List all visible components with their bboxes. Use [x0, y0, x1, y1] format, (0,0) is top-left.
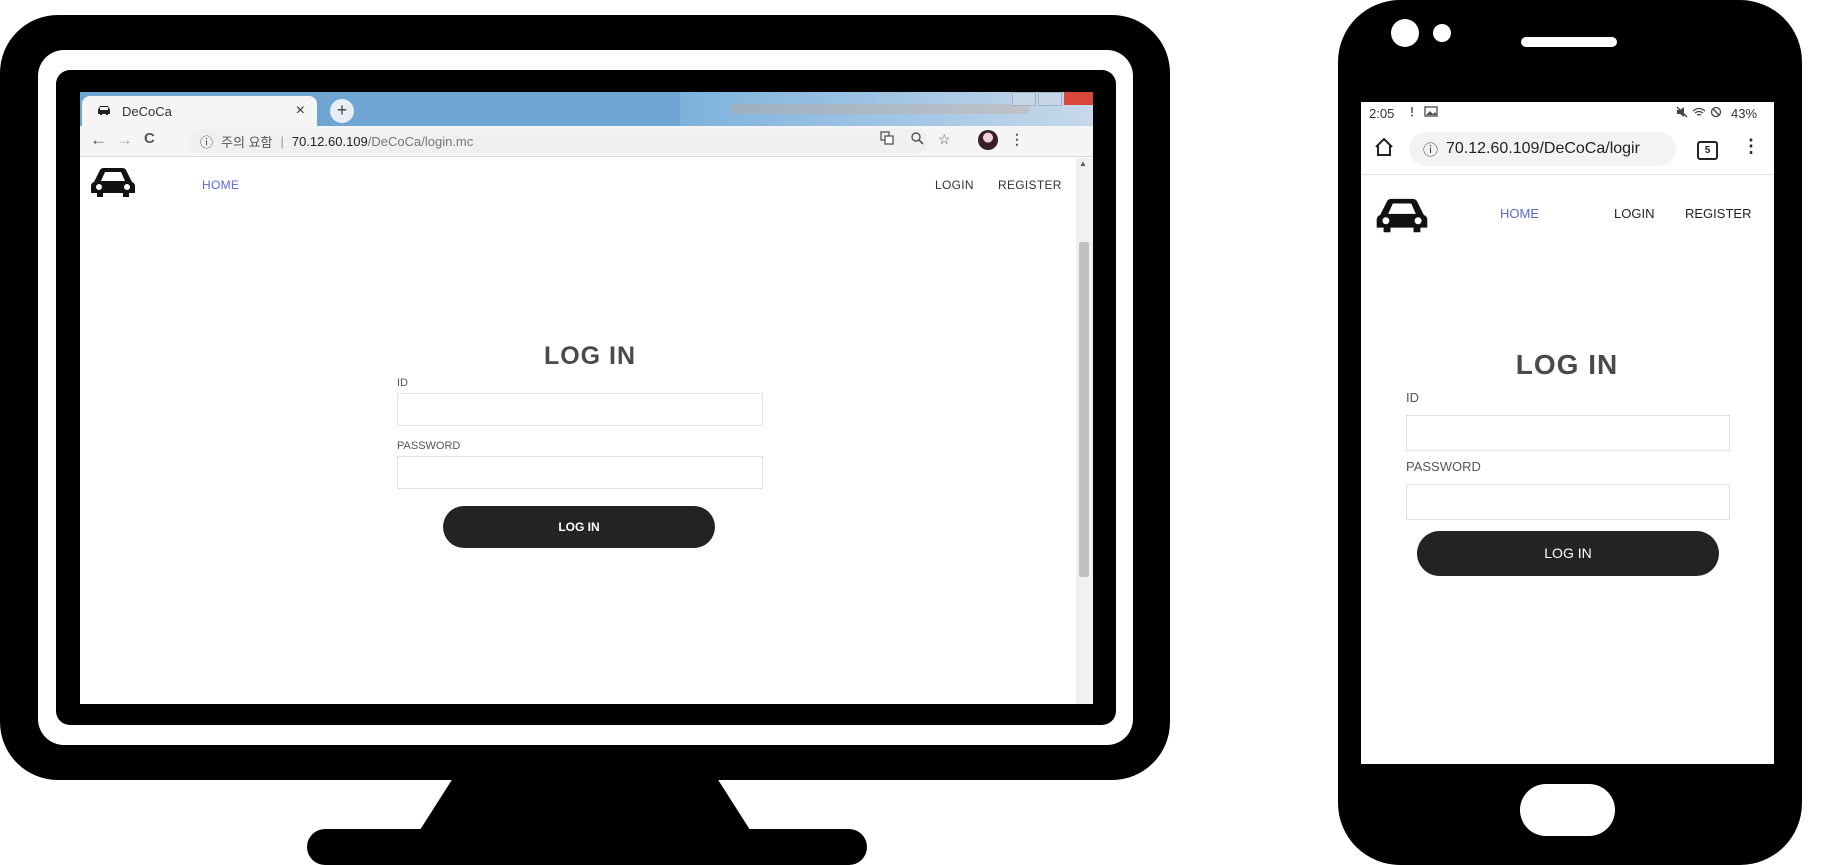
front-camera: [1391, 19, 1419, 47]
password-input[interactable]: [1406, 484, 1730, 520]
login-submit-button[interactable]: LOG IN: [1417, 531, 1719, 576]
url-path: /DeCoCa/login.mc: [367, 133, 474, 149]
desktop-browser-window: DeCoCa × + ← → C ⓘ 주의 요함 | 70.12.60.109 …: [80, 92, 1093, 704]
notification-icons: [1409, 105, 1443, 120]
proximity-sensor: [1433, 24, 1451, 42]
url-host: 70.12.60.109: [291, 133, 368, 149]
info-icon[interactable]: ⓘ: [200, 132, 213, 151]
security-warning: 주의 요함: [221, 134, 273, 150]
password-label: PASSWORD: [1406, 459, 1481, 474]
status-time: 2:05: [1369, 106, 1395, 121]
mobile-url: 70.12.60.109/DeCoCa/logir: [1446, 140, 1640, 157]
nav-home-link[interactable]: HOME: [202, 178, 239, 192]
earpiece-speaker: [1521, 37, 1617, 47]
car-favicon-icon: [96, 104, 112, 119]
password-label: PASSWORD: [397, 440, 461, 452]
password-input[interactable]: [397, 456, 763, 489]
nav-register-link[interactable]: REGISTER: [1685, 206, 1751, 221]
profile-avatar[interactable]: [978, 130, 998, 150]
system-status-icons: [1676, 106, 1728, 121]
info-icon[interactable]: ⓘ: [1423, 139, 1438, 160]
mobile-browser-screen: 2:05 43% ⓘ 70.12.60.109/DeCoCa/logir 5 ⋮…: [1361, 102, 1774, 764]
address-bar[interactable]: ⓘ 주의 요함 | 70.12.60.109 /DeCoCa/login.mc: [188, 129, 928, 153]
home-icon[interactable]: [1373, 136, 1395, 158]
tab-close-icon[interactable]: ×: [296, 102, 305, 120]
login-submit-button[interactable]: LOG IN: [443, 506, 715, 548]
bookmark-star-icon[interactable]: ☆: [938, 131, 951, 148]
id-label: ID: [397, 377, 408, 389]
car-logo-icon[interactable]: [1373, 192, 1431, 238]
url-separator: |: [280, 133, 284, 149]
login-title: LOG IN: [543, 342, 637, 370]
mobile-address-bar[interactable]: ⓘ 70.12.60.109/DeCoCa/logir: [1409, 132, 1676, 166]
blurred-notification: [730, 104, 1030, 114]
tab-title: DeCoCa: [122, 103, 172, 119]
car-logo-icon[interactable]: [88, 162, 138, 202]
translate-icon[interactable]: [880, 131, 894, 148]
nav-register-link[interactable]: REGISTER: [998, 178, 1062, 192]
nav-home-link[interactable]: HOME: [1500, 206, 1539, 221]
login-title: LOG IN: [1515, 349, 1619, 380]
new-tab-button[interactable]: +: [330, 99, 354, 123]
reload-icon[interactable]: C: [144, 130, 155, 147]
scrollbar-thumb[interactable]: [1079, 242, 1089, 577]
tab-switcher-icon[interactable]: 5: [1697, 141, 1718, 160]
back-icon[interactable]: ←: [90, 130, 107, 150]
monitor-stand-base: [307, 829, 867, 865]
nav-login-link[interactable]: LOGIN: [1614, 206, 1654, 221]
nav-login-link[interactable]: LOGIN: [935, 178, 974, 192]
minimize-button[interactable]: [1012, 92, 1036, 106]
browser-tab[interactable]: DeCoCa ×: [82, 96, 317, 126]
menu-icon[interactable]: ⋮: [1742, 136, 1760, 157]
window-close-button[interactable]: [1064, 92, 1093, 105]
scroll-up-arrow-icon[interactable]: ▲: [1079, 159, 1087, 168]
zoom-icon[interactable]: [910, 131, 924, 148]
phone-home-button[interactable]: [1520, 784, 1615, 836]
maximize-button[interactable]: [1038, 92, 1062, 106]
id-input[interactable]: [1406, 415, 1730, 451]
battery-level: 43%: [1731, 106, 1758, 121]
id-input[interactable]: [397, 393, 763, 426]
forward-icon[interactable]: →: [116, 130, 133, 150]
id-label: ID: [1406, 390, 1419, 405]
browser-menu-icon[interactable]: ⋮: [1010, 131, 1024, 148]
